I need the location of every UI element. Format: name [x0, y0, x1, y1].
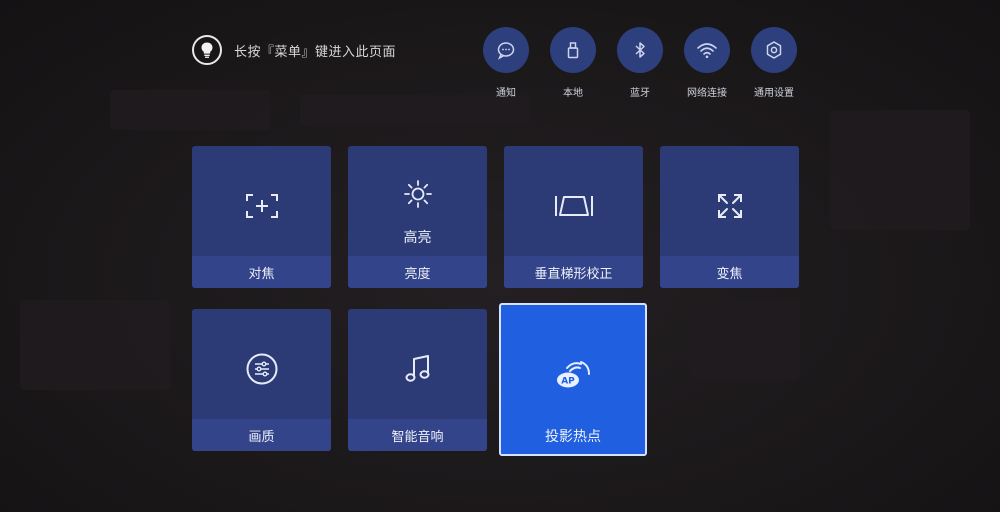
keystone-icon: [504, 186, 643, 226]
tile-zoom[interactable]: 变焦: [660, 146, 799, 288]
quick-menu-screen: 长按『菜单』键进入此页面 通知 本地 蓝牙 网络连接 通用设置 对焦 高亮 亮度…: [0, 0, 1000, 512]
usb-icon: [550, 27, 596, 73]
tile-brightness[interactable]: 高亮 亮度: [348, 146, 487, 288]
focus-icon: [192, 186, 331, 226]
hint-text: 长按『菜单』键进入此页面: [234, 44, 397, 60]
tile-keystone[interactable]: 垂直梯形校正: [504, 146, 643, 288]
tile-label: 投影热点: [501, 418, 645, 454]
tile-picture-quality[interactable]: 画质: [192, 309, 331, 451]
brightness-value: 高亮: [403, 230, 432, 246]
quick-label: 通用设置: [754, 88, 794, 99]
tile-focus[interactable]: 对焦: [192, 146, 331, 288]
ap-badge: AP: [561, 377, 575, 387]
zoom-icon: [660, 186, 799, 226]
tile-projection-hotspot[interactable]: AP 投影热点: [499, 303, 647, 456]
tile-label: 画质: [192, 419, 331, 451]
bluetooth-icon: [617, 27, 663, 73]
menu-hint: 长按『菜单』键进入此页面: [192, 33, 396, 67]
quick-label: 网络连接: [687, 88, 727, 99]
quick-label: 通知: [496, 88, 516, 99]
background-ghost: [300, 95, 530, 125]
tile-label: 对焦: [192, 256, 331, 288]
picture-quality-icon: [192, 349, 331, 389]
settings-icon: [751, 27, 797, 73]
lightbulb-icon: [192, 35, 222, 65]
tile-smart-speaker[interactable]: 智能音响: [348, 309, 487, 451]
quick-button-local[interactable]: 本地: [543, 27, 603, 99]
background-ghost: [830, 110, 970, 230]
wifi-icon: [684, 27, 730, 73]
quick-button-bluetooth[interactable]: 蓝牙: [610, 27, 670, 99]
quick-button-network[interactable]: 网络连接: [677, 27, 737, 99]
quick-label: 蓝牙: [630, 88, 650, 99]
tile-label: 变焦: [660, 256, 799, 288]
background-ghost: [690, 300, 800, 380]
tile-label: 亮度: [348, 256, 487, 288]
message-icon: [483, 27, 529, 73]
tile-label: 垂直梯形校正: [504, 256, 643, 288]
quick-button-notification[interactable]: 通知: [476, 27, 536, 99]
quick-button-settings[interactable]: 通用设置: [744, 27, 804, 99]
tile-label: 智能音响: [348, 419, 487, 451]
quick-label: 本地: [563, 88, 583, 99]
brightness-icon: [348, 174, 487, 214]
ap-hotspot-icon: AP: [501, 353, 645, 393]
background-ghost: [20, 300, 170, 390]
background-ghost: [110, 90, 270, 130]
music-icon: [348, 349, 487, 389]
